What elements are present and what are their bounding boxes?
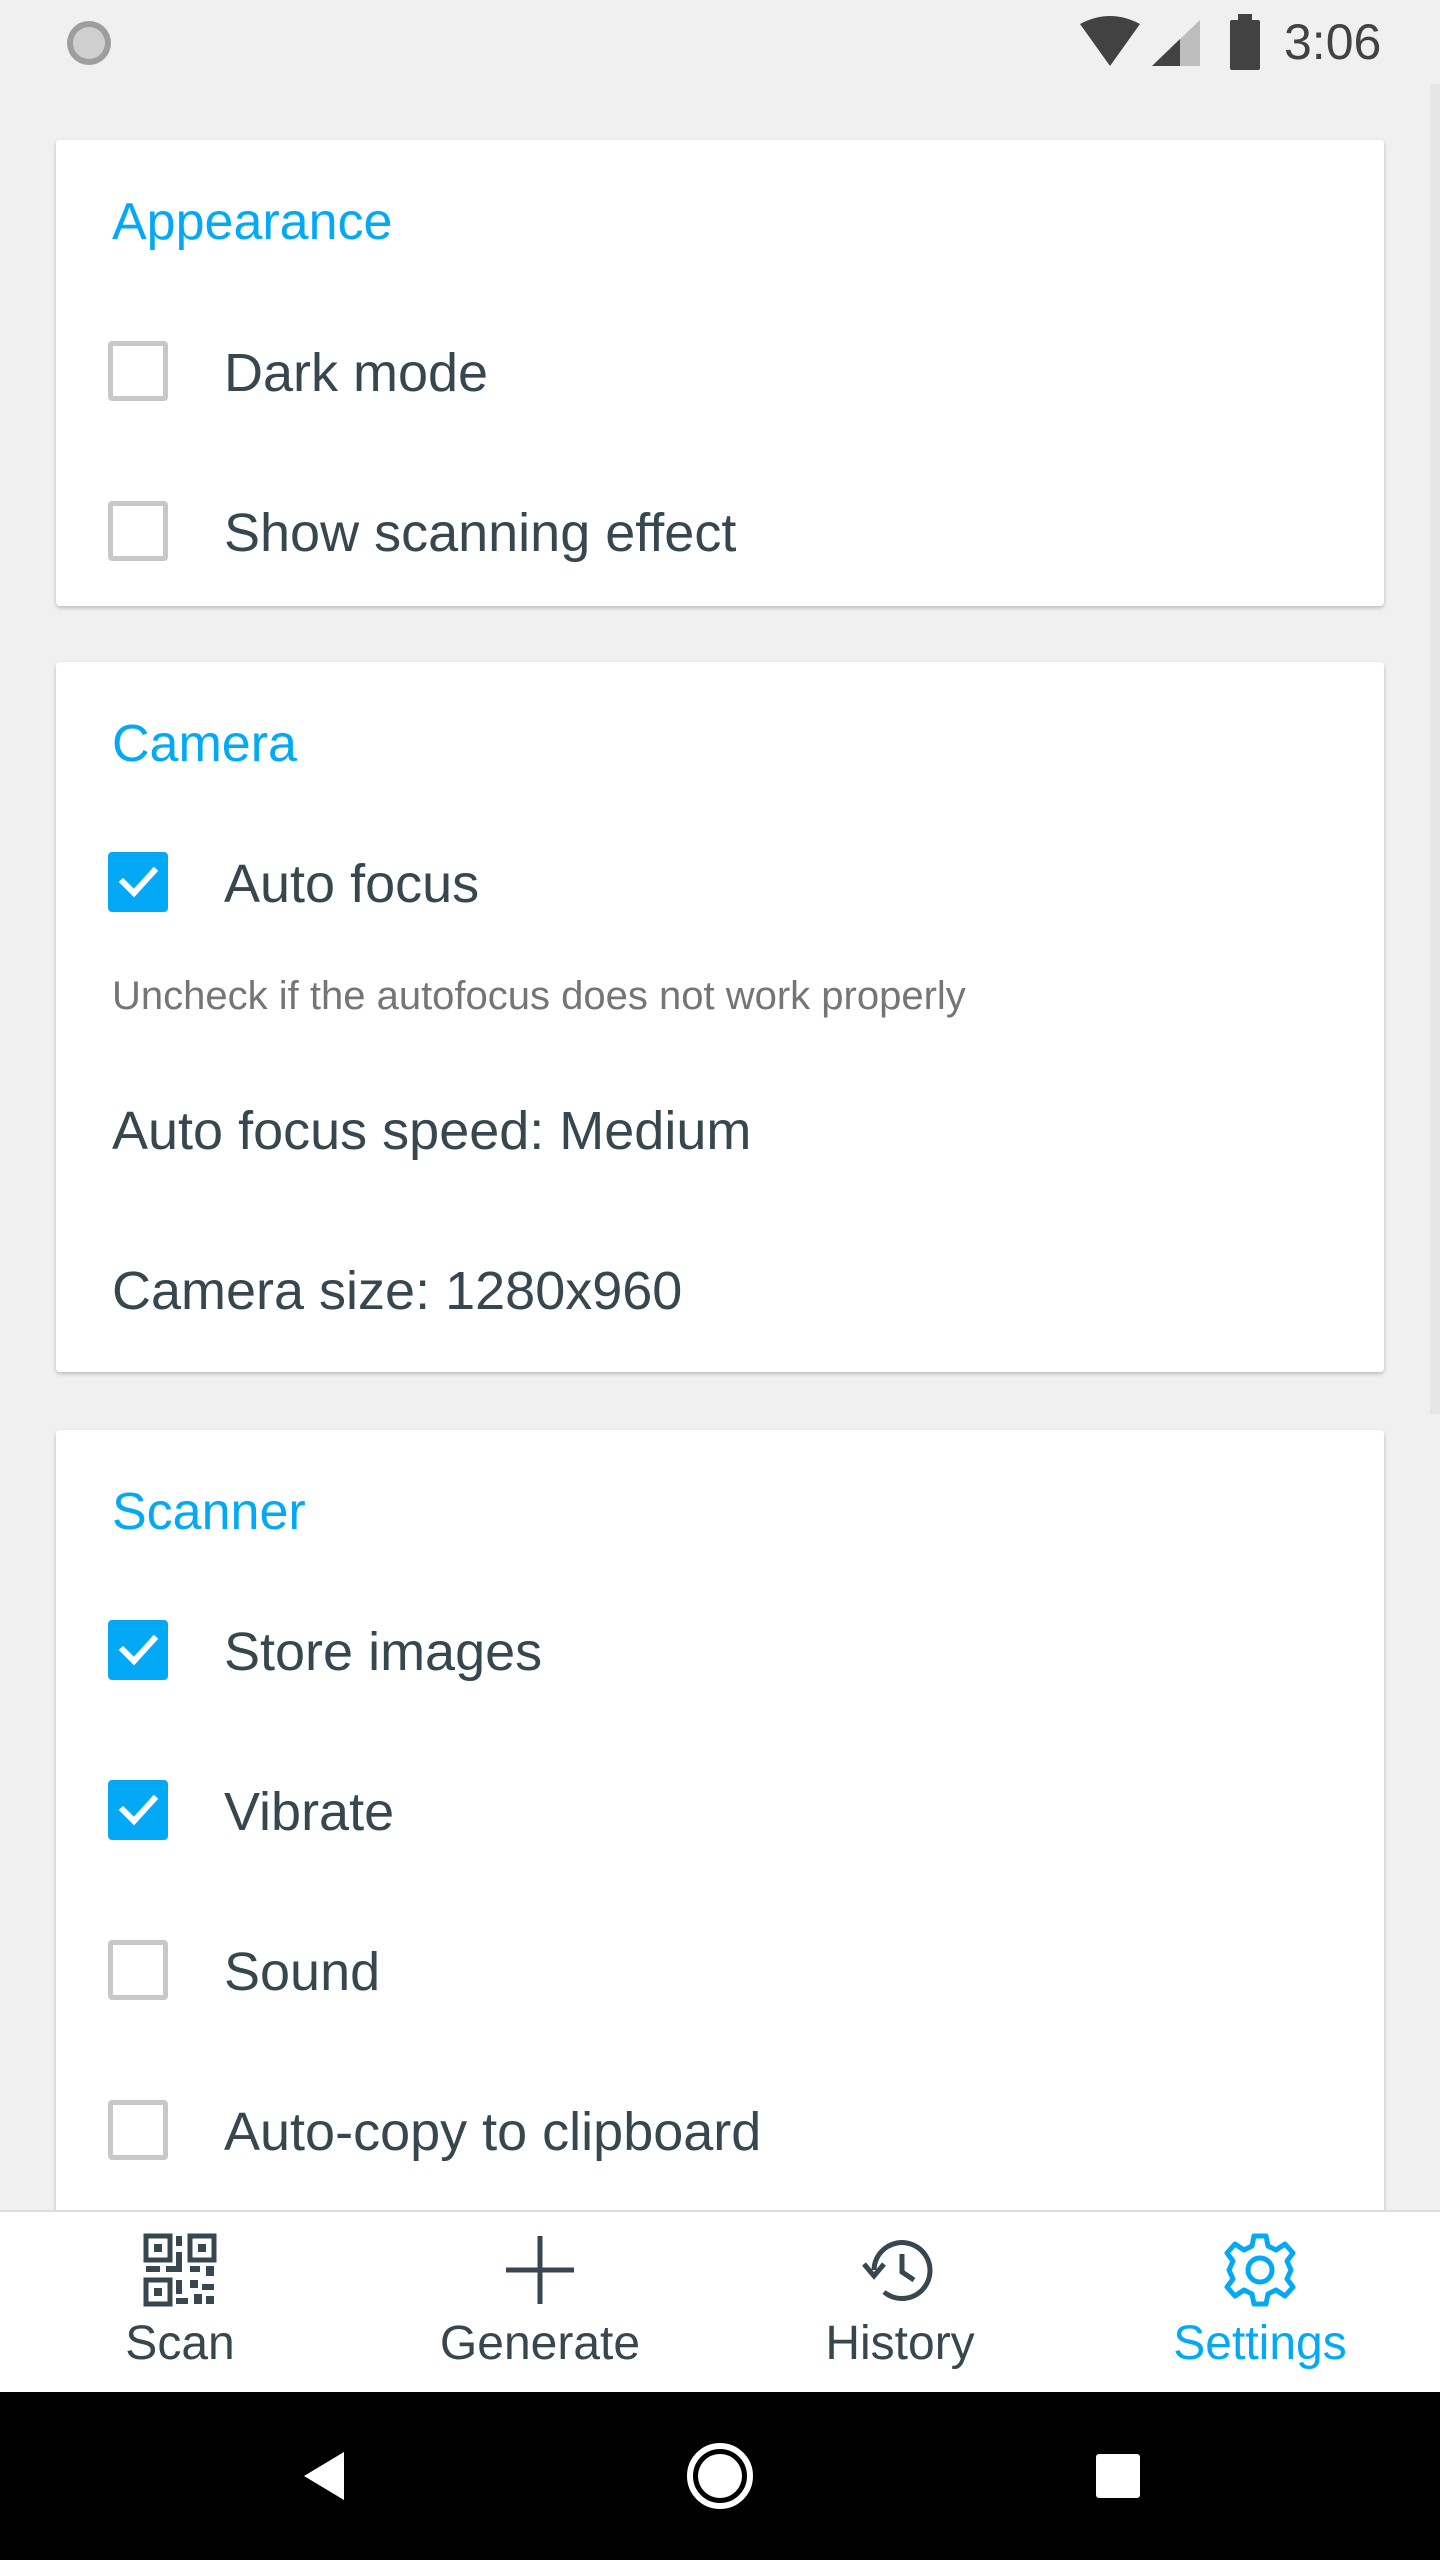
sound-checkbox[interactable] (108, 1940, 168, 2000)
nav-settings-label: Settings (1173, 2317, 1347, 2370)
dark-mode-label: Dark mode (224, 343, 489, 403)
vibrate-row[interactable]: Vibrate (56, 1756, 1384, 1886)
nav-settings[interactable]: Settings (1080, 2212, 1440, 2394)
store-images-row[interactable]: Store images (56, 1596, 1384, 1726)
bottom-navigation: Scan Generate History Settings (0, 2210, 1440, 2394)
system-navigation-bar (0, 2392, 1440, 2560)
vibrate-checkbox[interactable] (108, 1780, 168, 1840)
gear-icon (1224, 2233, 1296, 2307)
check-icon (118, 1634, 159, 1666)
home-icon[interactable] (680, 2436, 760, 2516)
auto-focus-checkbox[interactable] (108, 852, 168, 912)
cell-signal-icon (1152, 20, 1200, 66)
recents-icon[interactable] (1078, 2436, 1158, 2516)
nav-scan-label: Scan (125, 2317, 235, 2370)
auto-copy-row[interactable]: Auto-copy to clipboard (56, 2076, 1384, 2206)
dark-mode-checkbox[interactable] (108, 341, 168, 401)
plus-icon (506, 2236, 574, 2304)
wifi-icon (1080, 16, 1140, 66)
nav-scan[interactable]: Scan (0, 2212, 360, 2394)
battery-icon (1230, 14, 1260, 70)
sound-row[interactable]: Sound (56, 1916, 1384, 2046)
nav-history[interactable]: History (720, 2212, 1080, 2394)
status-time: 3:06 (1284, 14, 1382, 70)
auto-focus-speed-row[interactable]: Auto focus speed: Medium (56, 1060, 1384, 1190)
scanner-card: Scanner Store images Vibrate Sound Auto-… (56, 1430, 1384, 2250)
section-title-appearance: Appearance (112, 193, 393, 251)
back-icon[interactable] (282, 2436, 362, 2516)
auto-copy-label: Auto-copy to clipboard (224, 2102, 762, 2162)
store-images-label: Store images (224, 1622, 543, 1682)
history-icon (862, 2240, 933, 2301)
auto-focus-hint: Uncheck if the autofocus does not work p… (112, 974, 966, 1018)
nav-generate-label: Generate (439, 2317, 641, 2370)
nav-history-label: History (825, 2317, 975, 2370)
dark-mode-row[interactable]: Dark mode (56, 306, 1384, 436)
check-icon (118, 866, 159, 898)
auto-focus-row[interactable]: Auto focus (56, 828, 1384, 958)
camera-size-row[interactable]: Camera size: 1280x960 (56, 1220, 1384, 1350)
section-title-scanner: Scanner (112, 1483, 306, 1541)
sound-label: Sound (224, 1942, 381, 2002)
scanning-effect-label: Show scanning effect (224, 503, 737, 563)
status-bar: 3:06 (0, 0, 1440, 84)
scrollbar[interactable] (1430, 84, 1440, 1414)
scanning-effect-checkbox[interactable] (108, 501, 168, 561)
appearance-card: Appearance Dark mode Show scanning effec… (56, 140, 1384, 606)
vibrate-label: Vibrate (224, 1782, 395, 1842)
auto-copy-checkbox[interactable] (108, 2100, 168, 2160)
auto-focus-speed-label: Auto focus speed: Medium (112, 1101, 752, 1161)
check-icon (118, 1794, 159, 1826)
section-title-camera: Camera (112, 715, 297, 773)
auto-focus-label: Auto focus (224, 854, 480, 914)
scanning-effect-row[interactable]: Show scanning effect (56, 466, 1384, 596)
sync-indicator-icon (67, 21, 111, 65)
camera-size-label: Camera size: 1280x960 (112, 1261, 683, 1321)
store-images-checkbox[interactable] (108, 1620, 168, 1680)
qr-code-icon (143, 2233, 217, 2307)
nav-generate[interactable]: Generate (360, 2212, 720, 2394)
camera-card: Camera Auto focus Uncheck if the autofoc… (56, 662, 1384, 1372)
